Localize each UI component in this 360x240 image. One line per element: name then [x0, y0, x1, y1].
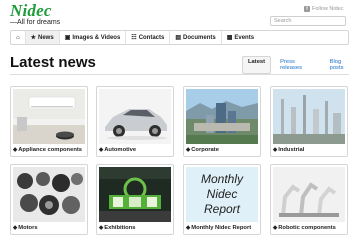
home-icon: ⌂: [16, 34, 20, 41]
card-label: Corporate: [191, 147, 219, 153]
category-card-industrial[interactable]: ◆ Industrial: [270, 86, 348, 157]
tag-icon: ◆: [99, 147, 104, 153]
follow-label: Follow Nidec: [312, 6, 344, 12]
card-caption: ◆ Industrial: [273, 147, 304, 153]
tag-icon: ◆: [186, 225, 191, 231]
tag-icon: ◆: [13, 225, 18, 231]
tag-icon: ◆: [99, 225, 104, 231]
report-line-1: Monthly: [201, 172, 244, 186]
tab-press-releases[interactable]: Press releases: [274, 56, 321, 74]
nidec-logo[interactable]: Nidec —All for dreams: [10, 2, 60, 27]
tag-icon: ◆: [186, 147, 191, 153]
tab-blog-posts[interactable]: Blog posts: [324, 56, 360, 74]
search-input[interactable]: Search: [270, 16, 346, 26]
main-nav: ⌂ ★ News ▣ Images & Videos ☷ Contacts ▤ …: [10, 30, 349, 45]
tab-latest[interactable]: Latest: [242, 56, 272, 74]
nav-label: Events: [234, 34, 255, 41]
page-title: Latest news: [10, 54, 96, 71]
follow-icon: f: [304, 6, 310, 12]
category-card-automotive[interactable]: ◆ Automotive: [96, 86, 174, 157]
nav-documents[interactable]: ▤ Documents: [170, 31, 222, 44]
exhibitions-image: [99, 167, 171, 222]
industrial-image: [273, 89, 345, 144]
corporate-image: [186, 89, 258, 144]
nav-label: Contacts: [138, 34, 165, 41]
card-label: Industrial: [278, 147, 305, 153]
nav-label: News: [38, 34, 54, 41]
camera-icon: ▣: [64, 34, 71, 41]
nav-label: Images & Videos: [72, 34, 121, 41]
card-label: Motors: [18, 225, 38, 231]
nav-news[interactable]: ★ News: [25, 31, 60, 44]
divider: [10, 74, 349, 75]
appliance-image: [13, 89, 85, 144]
star-icon: ★: [30, 34, 37, 41]
card-label: Robotic components: [278, 225, 336, 231]
card-label: Appliance components: [18, 147, 83, 153]
tag-icon: ◆: [273, 225, 278, 231]
card-caption: ◆ Monthly Nidec Report: [186, 225, 251, 231]
card-label: Exhibitions: [104, 225, 136, 231]
nav-label: Documents: [183, 34, 216, 41]
card-label: Monthly Nidec Report: [191, 225, 252, 231]
card-caption: ◆ Motors: [13, 225, 38, 231]
document-icon: ▤: [175, 34, 182, 41]
nav-events[interactable]: ▦ Events: [222, 31, 259, 44]
robotic-image: [273, 167, 345, 222]
card-caption: ◆ Appliance components: [13, 147, 82, 153]
report-line-3: Report: [204, 202, 241, 216]
category-card-robotic-components[interactable]: ◆ Robotic components: [270, 164, 348, 235]
nav-contacts[interactable]: ☷ Contacts: [126, 31, 171, 44]
card-caption: ◆ Automotive: [99, 147, 136, 153]
contacts-icon: ☷: [131, 34, 137, 41]
category-card-corporate[interactable]: ◆ Corporate: [183, 86, 261, 157]
category-card-appliance-components[interactable]: ◆ Appliance components: [10, 86, 88, 157]
news-filter-tabs: Latest Press releases Blog posts: [242, 56, 360, 74]
category-card-motors[interactable]: ◆ Motors: [10, 164, 88, 235]
logo-wordmark: Nidec: [10, 1, 52, 20]
card-caption: ◆ Exhibitions: [99, 225, 135, 231]
category-card-monthly-nidec-report[interactable]: Monthly Nidec Report ◆ Monthly Nidec Rep…: [183, 164, 261, 235]
tag-icon: ◆: [273, 147, 278, 153]
logo-tagline: —All for dreams: [10, 19, 61, 26]
card-label: Automotive: [104, 147, 137, 153]
follow-nidec-link[interactable]: f Follow Nidec: [304, 6, 343, 12]
monthly-report-image: Monthly Nidec Report: [186, 167, 258, 222]
card-caption: ◆ Robotic components: [273, 225, 336, 231]
category-card-exhibitions[interactable]: ◆ Exhibitions: [96, 164, 174, 235]
report-line-2: Nidec: [207, 187, 238, 201]
nav-home[interactable]: ⌂: [11, 31, 26, 44]
card-caption: ◆ Corporate: [186, 147, 219, 153]
calendar-icon: ▦: [226, 34, 233, 41]
nav-images-videos[interactable]: ▣ Images & Videos: [60, 31, 127, 44]
tag-icon: ◆: [13, 147, 18, 153]
automotive-image: [99, 89, 171, 144]
motors-image: [13, 167, 85, 222]
